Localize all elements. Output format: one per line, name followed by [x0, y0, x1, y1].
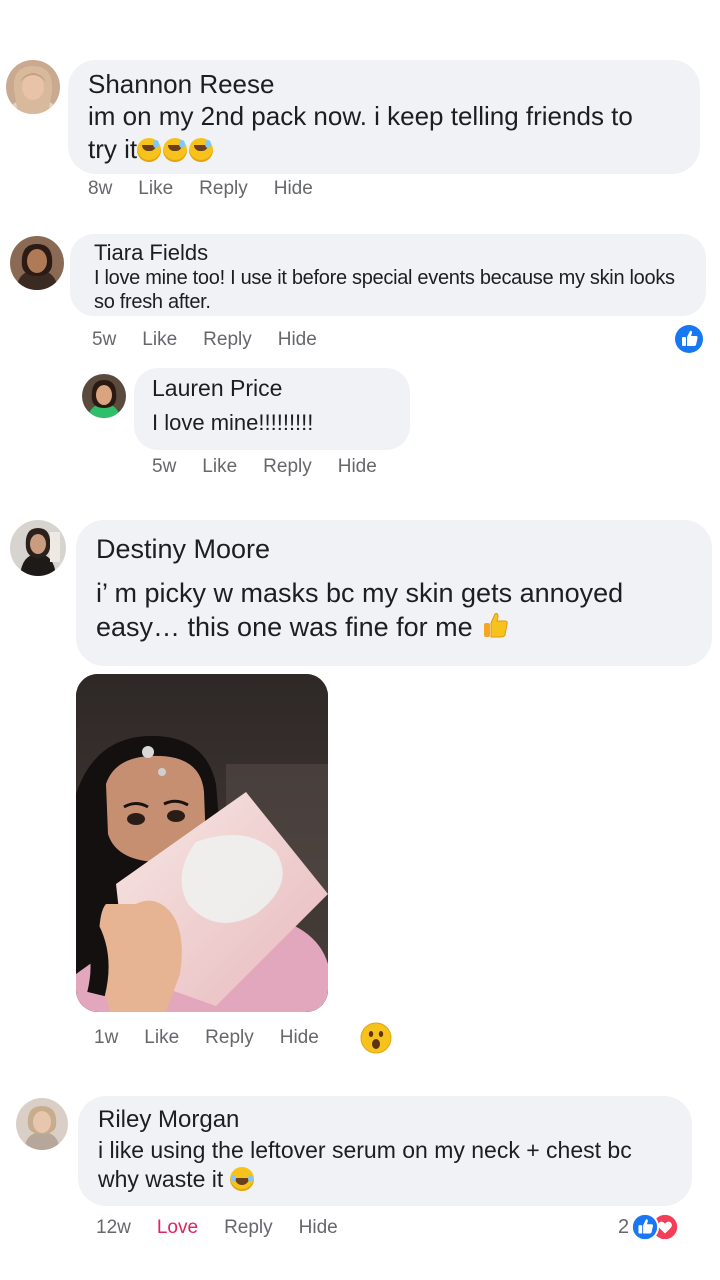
comment-timestamp: 12w — [96, 1217, 131, 1238]
hide-button[interactable]: Hide — [280, 1027, 319, 1049]
laughing-emoji-icon — [229, 1167, 254, 1191]
avatar-image — [10, 520, 66, 576]
comment-actions: 12w Love Reply Hide — [96, 1217, 364, 1239]
sweat-smile-emoji-icon — [189, 138, 214, 162]
like-button[interactable]: Like — [138, 178, 173, 200]
avatar[interactable] — [82, 374, 126, 418]
comment-timestamp: 1w — [94, 1027, 119, 1048]
comment-text-content: easy… this one was fine for me — [96, 612, 473, 642]
comment-author[interactable]: Riley Morgan — [98, 1104, 692, 1136]
reaction-count: 2 — [618, 1215, 630, 1238]
like-button[interactable]: Like — [142, 329, 177, 351]
hide-button[interactable]: Hide — [299, 1217, 338, 1239]
comment-author[interactable]: Shannon Reese — [88, 68, 700, 100]
comment-author[interactable]: Lauren Price — [152, 372, 410, 404]
comment-text: I love mine!!!!!!!!! — [152, 410, 314, 435]
sweat-smile-emoji-icon — [137, 138, 162, 162]
like-button[interactable]: Like — [202, 456, 237, 478]
avatar-image — [16, 1098, 68, 1150]
sweat-smile-emoji-icon — [163, 138, 188, 162]
reply-button[interactable]: Reply — [203, 329, 252, 351]
reply-bubble: Lauren Price I love mine!!!!!!!!! — [134, 368, 410, 450]
comment-timestamp: 5w — [92, 329, 117, 350]
wow-reaction-icon[interactable] — [360, 1022, 392, 1054]
like-button[interactable]: Like — [144, 1027, 179, 1049]
like-reaction-icon — [631, 1213, 660, 1241]
hide-button[interactable]: Hide — [278, 329, 317, 351]
comment-author[interactable]: Tiara Fields — [94, 240, 706, 266]
comment-text-line: i’ m picky w masks bc my skin gets annoy… — [96, 578, 624, 608]
reply-button[interactable]: Reply — [263, 456, 312, 478]
comment-bubble: Riley Morgan i like using the leftover s… — [78, 1096, 692, 1206]
hide-button[interactable]: Hide — [274, 178, 313, 200]
comment-author[interactable]: Destiny Moore — [96, 532, 712, 566]
comment-bubble: Destiny Moore i’ m picky w masks bc my s… — [76, 520, 712, 666]
comment-photo[interactable]: oseaqpn — [76, 674, 328, 1012]
comment-text-content: i like using the leftover serum on my ne… — [98, 1137, 632, 1192]
love-button[interactable]: Love — [157, 1217, 198, 1239]
avatar-image — [82, 374, 126, 418]
comment-text: I love mine too! I use it before special… — [94, 267, 675, 313]
comment-actions: 5w Like Reply Hide — [92, 329, 343, 351]
thumbs-up-emoji-icon — [484, 612, 508, 638]
comment-text: im on my 2nd pack now. i keep telling fr… — [88, 100, 648, 166]
comment-actions: 5w Like Reply Hide — [152, 456, 403, 478]
comment-text-line: easy… this one was fine for me — [96, 610, 712, 644]
avatar[interactable] — [16, 1098, 68, 1150]
avatar[interactable] — [6, 60, 60, 114]
comment-timestamp: 8w — [88, 178, 113, 199]
avatar[interactable] — [10, 520, 66, 576]
comment-timestamp: 5w — [152, 456, 177, 477]
avatar[interactable] — [10, 236, 64, 290]
reply-button[interactable]: Reply — [224, 1217, 273, 1239]
avatar-image — [6, 60, 60, 114]
comment-text: i like using the leftover serum on my ne… — [98, 1136, 658, 1194]
photo-image: oseaqpn — [76, 674, 328, 1012]
like-reaction-icon[interactable] — [674, 324, 704, 354]
avatar-image — [10, 236, 64, 290]
comment-bubble: Shannon Reese im on my 2nd pack now. i k… — [68, 60, 700, 174]
comment-bubble: Tiara Fields I love mine too! I use it b… — [70, 234, 706, 316]
hide-button[interactable]: Hide — [338, 456, 377, 478]
reaction-summary[interactable]: 2 — [618, 1212, 680, 1242]
reply-button[interactable]: Reply — [199, 178, 248, 200]
comment-actions: 1w Like Reply Hide — [94, 1027, 345, 1049]
comment-actions: 8w Like Reply Hide — [88, 178, 339, 200]
reply-button[interactable]: Reply — [205, 1027, 254, 1049]
